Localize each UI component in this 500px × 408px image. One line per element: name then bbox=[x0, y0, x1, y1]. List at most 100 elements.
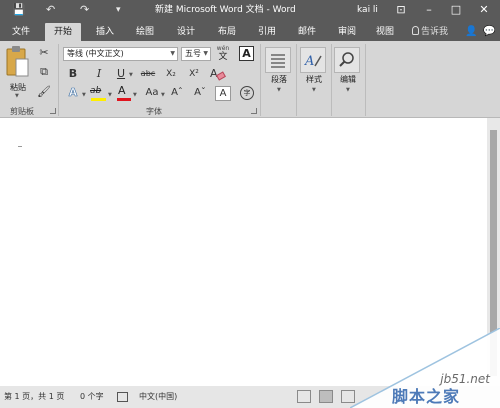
text-effects-button[interactable]: A bbox=[66, 86, 80, 100]
svg-text:A: A bbox=[304, 54, 314, 69]
styles-button[interactable]: A bbox=[300, 47, 326, 73]
editing-dropdown-icon[interactable]: ▼ bbox=[346, 87, 350, 93]
group-divider bbox=[365, 44, 366, 116]
format-painter-icon[interactable]: 🖌 bbox=[37, 85, 51, 99]
phonetic-char: 文 bbox=[218, 52, 228, 62]
close-icon[interactable]: ✕ bbox=[475, 2, 493, 18]
minimize-icon[interactable]: – bbox=[420, 2, 438, 18]
tab-references[interactable]: 引用 bbox=[250, 23, 284, 41]
paragraph-dropdown-icon[interactable]: ▼ bbox=[277, 87, 281, 93]
share-icon[interactable]: 👤 bbox=[465, 23, 477, 41]
subscript-button[interactable]: X₂ bbox=[163, 67, 179, 81]
superscript-button[interactable]: X² bbox=[186, 67, 202, 81]
font-name-select[interactable]: 等线 (中文正文) ▼ bbox=[63, 47, 178, 61]
font-color-label: A bbox=[118, 84, 126, 97]
tab-mailings[interactable]: 邮件 bbox=[290, 23, 324, 41]
italic-button[interactable]: I bbox=[92, 67, 106, 81]
language-indicator[interactable]: 中文(中国) bbox=[139, 390, 177, 404]
find-icon bbox=[339, 52, 354, 67]
change-case-dropdown-icon[interactable]: ▼ bbox=[161, 92, 165, 98]
undo-icon[interactable]: ↶ bbox=[46, 2, 55, 18]
customize-toolbar-icon[interactable]: ▾ bbox=[116, 2, 121, 18]
font-launcher-icon[interactable] bbox=[251, 108, 257, 114]
editing-button[interactable] bbox=[334, 47, 360, 73]
ribbon-tab-row: 文件 开始 插入 绘图 设计 布局 引用 邮件 审阅 视图 告诉我 👤 💬 bbox=[0, 20, 500, 41]
styles-dropdown-icon[interactable]: ▼ bbox=[312, 87, 316, 93]
text-highlight-button[interactable]: ab bbox=[90, 85, 108, 101]
tab-design[interactable]: 设计 bbox=[169, 23, 203, 41]
highlight-color-bar bbox=[91, 98, 106, 101]
clipboard-group-label: 剪贴板 bbox=[10, 107, 34, 116]
character-border-button[interactable]: A bbox=[239, 46, 254, 61]
character-shading-button[interactable]: A bbox=[215, 86, 231, 101]
watermark-name: 脚本之家 bbox=[392, 387, 461, 406]
font-name-value: 等线 (中文正文) bbox=[67, 49, 124, 58]
highlight-dropdown-icon[interactable]: ▼ bbox=[108, 92, 112, 98]
tab-file[interactable]: 文件 bbox=[4, 23, 38, 41]
text-cursor bbox=[18, 146, 22, 147]
redo-icon[interactable]: ↷ bbox=[80, 2, 89, 18]
tab-draw[interactable]: 绘图 bbox=[128, 23, 162, 41]
window-title: 新建 Microsoft Word 文档 - Word bbox=[155, 5, 296, 15]
editing-label: 编辑 bbox=[340, 75, 356, 84]
comment-icon[interactable]: 💬 bbox=[483, 23, 495, 41]
lightbulb-icon bbox=[412, 26, 419, 35]
font-color-button[interactable]: A bbox=[116, 85, 132, 101]
print-layout-icon[interactable] bbox=[319, 390, 333, 403]
tell-me-search[interactable]: 告诉我 bbox=[412, 23, 448, 41]
clear-formatting-icon: A bbox=[210, 67, 218, 80]
word-count[interactable]: 0 个字 bbox=[80, 390, 104, 404]
tell-me-label: 告诉我 bbox=[421, 27, 449, 37]
phonetic-pinyin: wén bbox=[216, 45, 230, 52]
tab-home[interactable]: 开始 bbox=[45, 23, 81, 41]
cut-icon[interactable]: ✂ bbox=[37, 46, 51, 60]
text-effects-dropdown-icon[interactable]: ▼ bbox=[82, 92, 86, 98]
font-group-label: 字体 bbox=[146, 107, 162, 116]
proofing-icon[interactable] bbox=[117, 392, 128, 402]
save-icon[interactable]: 💾 bbox=[12, 2, 26, 18]
chevron-down-icon: ▼ bbox=[170, 50, 175, 57]
paste-label: 粘贴 bbox=[10, 83, 26, 92]
paragraph-button[interactable] bbox=[265, 47, 291, 73]
styles-icon: A bbox=[304, 54, 322, 69]
group-divider bbox=[260, 44, 261, 116]
enclose-characters-button[interactable]: 字 bbox=[240, 86, 254, 100]
shrink-font-button[interactable]: Aˇ bbox=[193, 86, 207, 100]
page-count[interactable]: 第 1 页，共 1 页 bbox=[4, 390, 64, 404]
phonetic-guide-button[interactable]: wén 文 bbox=[215, 45, 231, 63]
paste-icon bbox=[6, 46, 29, 77]
styles-label: 样式 bbox=[306, 75, 322, 84]
clear-formatting-button[interactable]: A bbox=[210, 67, 226, 81]
chevron-down-icon: ▼ bbox=[203, 50, 208, 57]
underline-button[interactable]: U bbox=[114, 67, 128, 81]
group-divider bbox=[296, 44, 297, 116]
user-name[interactable]: kai li bbox=[357, 3, 378, 17]
tab-insert[interactable]: 插入 bbox=[88, 23, 122, 41]
font-size-value: 五号 bbox=[185, 49, 201, 58]
change-case-button[interactable]: Aa bbox=[143, 86, 161, 100]
ribbon-home: 粘贴 ▼ ✂ ⧉ 🖌 剪贴板 等线 (中文正文) ▼ 五号 ▼ wén 文 A … bbox=[0, 41, 500, 118]
tab-view[interactable]: 视图 bbox=[368, 23, 402, 41]
title-bar: 💾 ↶ ↷ ▾ 新建 Microsoft Word 文档 - Word kai … bbox=[0, 0, 500, 20]
paragraph-label: 段落 bbox=[271, 75, 287, 84]
grow-font-button[interactable]: Aˆ bbox=[170, 86, 184, 100]
strikethrough-button[interactable]: abc bbox=[139, 67, 157, 81]
copy-icon[interactable]: ⧉ bbox=[37, 65, 51, 79]
tab-layout[interactable]: 布局 bbox=[210, 23, 244, 41]
tab-review[interactable]: 审阅 bbox=[330, 23, 364, 41]
font-size-select[interactable]: 五号 ▼ bbox=[181, 47, 211, 61]
highlight-label: ab bbox=[90, 86, 102, 96]
bold-button[interactable]: B bbox=[66, 67, 80, 81]
clipboard-launcher-icon[interactable] bbox=[50, 108, 56, 114]
read-mode-icon[interactable] bbox=[297, 390, 311, 403]
paragraph-icon bbox=[271, 54, 285, 68]
watermark: jb51.net 脚本之家 bbox=[350, 328, 500, 408]
ribbon-display-options-icon[interactable]: ⊡ bbox=[392, 2, 410, 18]
font-color-dropdown-icon[interactable]: ▼ bbox=[133, 92, 137, 98]
underline-dropdown-icon[interactable]: ▼ bbox=[129, 72, 133, 78]
restore-icon[interactable]: □ bbox=[447, 2, 465, 18]
group-divider bbox=[58, 44, 59, 116]
paste-button[interactable]: 粘贴 ▼ bbox=[4, 45, 30, 99]
paste-dropdown-icon[interactable]: ▼ bbox=[15, 93, 19, 99]
group-divider bbox=[331, 44, 332, 116]
